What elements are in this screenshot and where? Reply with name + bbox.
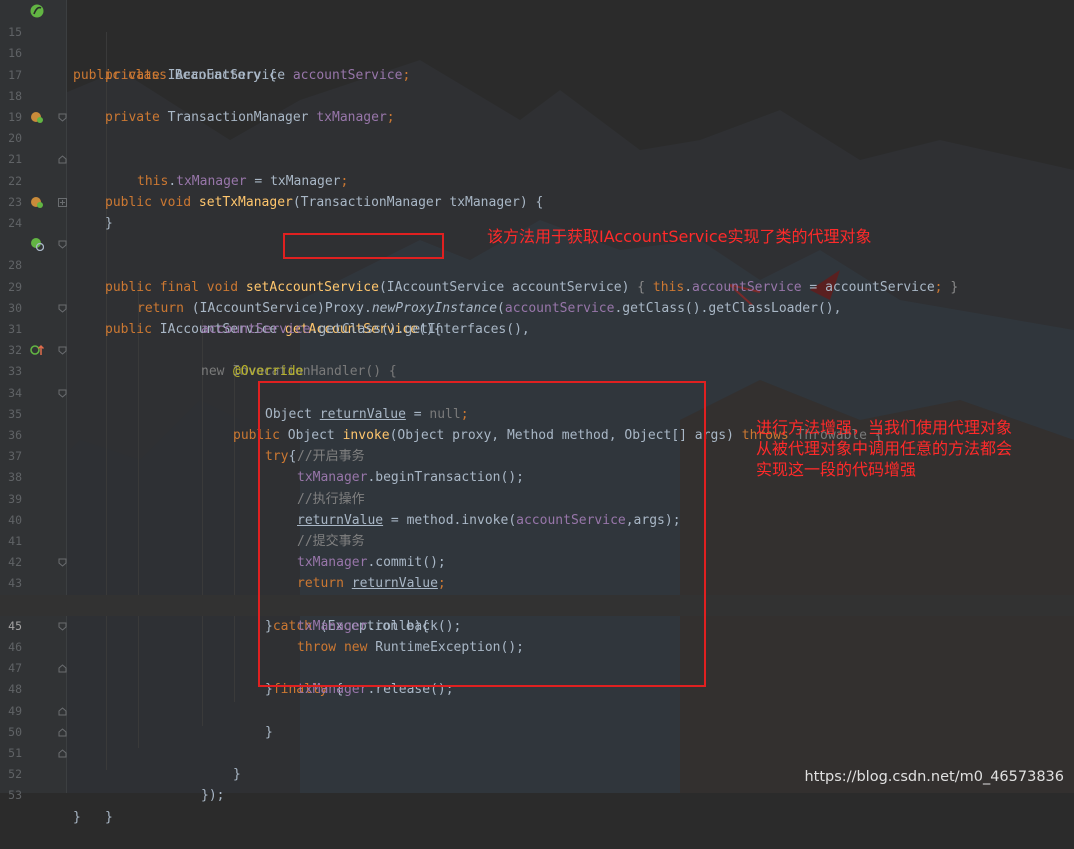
code-line[interactable]: 44 txManager.rollback();	[0, 573, 1074, 634]
code-line[interactable]: 17	[0, 43, 1074, 82]
code-line[interactable]: 19	[0, 86, 1074, 124]
code-line[interactable]: 33 public Object invoke(Object proxy, Me…	[0, 340, 1074, 443]
bean-icon[interactable]	[30, 4, 44, 18]
watermark: https://blog.csdn.net/m0_46573836	[804, 769, 1064, 785]
bean-method-icon[interactable]	[30, 110, 44, 124]
annotation-note-method: 该方法用于获取IAccountService实现了类的代理对象	[487, 227, 872, 246]
line-number: 53	[8, 788, 22, 803]
code-line[interactable]: 43 }catch (Exception e){	[0, 552, 1074, 634]
fold-end-icon[interactable]	[58, 728, 67, 737]
code-line[interactable]: 48 }	[0, 658, 1074, 740]
code-line[interactable]: 23	[0, 171, 1074, 209]
fold-end-icon[interactable]	[58, 706, 67, 716]
fold-icon[interactable]	[58, 304, 67, 313]
code-line[interactable]: 50 }	[0, 701, 1074, 782]
fold-end-icon[interactable]	[58, 749, 67, 758]
code-line[interactable]: 15 public class BeanFactory {	[0, 1, 1074, 83]
code-line[interactable]: 34 Object returnValue = null;	[0, 361, 1074, 422]
fold-icon[interactable]	[58, 622, 67, 631]
code-line[interactable]: 29 return (IAccountService)Proxy.newProx…	[0, 255, 1074, 316]
fold-end-icon[interactable]	[58, 664, 67, 673]
code-text: }	[105, 809, 113, 825]
fold-icon[interactable]	[58, 346, 67, 355]
fold-icon[interactable]	[58, 240, 67, 249]
annotation-note-line: 实现这一段的代码增强	[756, 460, 917, 479]
code-line[interactable]: 42 return returnValue;	[0, 531, 1074, 591]
code-line[interactable]: 20 public void setTxManager(TransactionM…	[0, 107, 1074, 210]
line-number: 24	[8, 216, 22, 230]
fold-icon[interactable]	[58, 113, 67, 122]
code-text: }	[105, 216, 113, 231]
code-text: }	[73, 809, 81, 825]
annotation-note-line: 进行方法增强，当我们使用代理对象	[756, 418, 1013, 437]
code-line[interactable]: 46 }finally {	[0, 616, 1074, 697]
code-line[interactable]: 32 @Override	[0, 319, 1074, 379]
code-line[interactable]: 21 this.txManager = txManager;	[0, 128, 1074, 188]
bean-gear-icon[interactable]	[30, 237, 44, 252]
fold-icon[interactable]	[58, 558, 67, 567]
fold-collapsed-icon[interactable]	[58, 197, 67, 207]
code-line[interactable]: 52 }	[0, 743, 1074, 825]
override-icon[interactable]	[30, 343, 44, 357]
code-line[interactable]: 47 txManager.release();	[0, 637, 1074, 697]
fold-end-icon[interactable]	[58, 155, 67, 164]
code-line[interactable]: 49	[0, 679, 1074, 718]
bean-method-icon[interactable]	[30, 195, 44, 209]
code-line[interactable]: 22 }	[0, 149, 1074, 231]
code-editor[interactable]: 15 public class BeanFactory { 16 private…	[0, 0, 1074, 825]
code-line[interactable]: 30 accountService.getClass().getInterfac…	[0, 277, 1074, 337]
code-line[interactable]: 35 try{	[0, 383, 1074, 464]
code-line[interactable]: 24 public final void setAccountService(I…	[0, 192, 1074, 295]
code-line-current[interactable]: 45 throw new RuntimeException();	[0, 594, 1074, 655]
code-line[interactable]: 41 txManager.commit();	[0, 510, 1074, 570]
code-text: });	[201, 788, 225, 804]
code-line[interactable]: 18 private TransactionManager txManager;	[0, 65, 1074, 125]
code-line[interactable]: 16 private IAccountService accountServic…	[0, 22, 1074, 82]
annotation-note-line: 从被代理对象中调用任意的方法都会	[756, 439, 1013, 458]
fold-icon[interactable]	[58, 389, 67, 398]
code-line[interactable]: 40 //提交事务	[0, 489, 1074, 549]
annotation-note-enhance: 进行方法增强，当我们使用代理对象 从被代理对象中调用任意的方法都会 实现这一段的…	[756, 417, 1012, 480]
code-line[interactable]: 31 new InvocationHandler() {	[0, 298, 1074, 379]
code-line[interactable]: 51 });	[0, 722, 1074, 803]
